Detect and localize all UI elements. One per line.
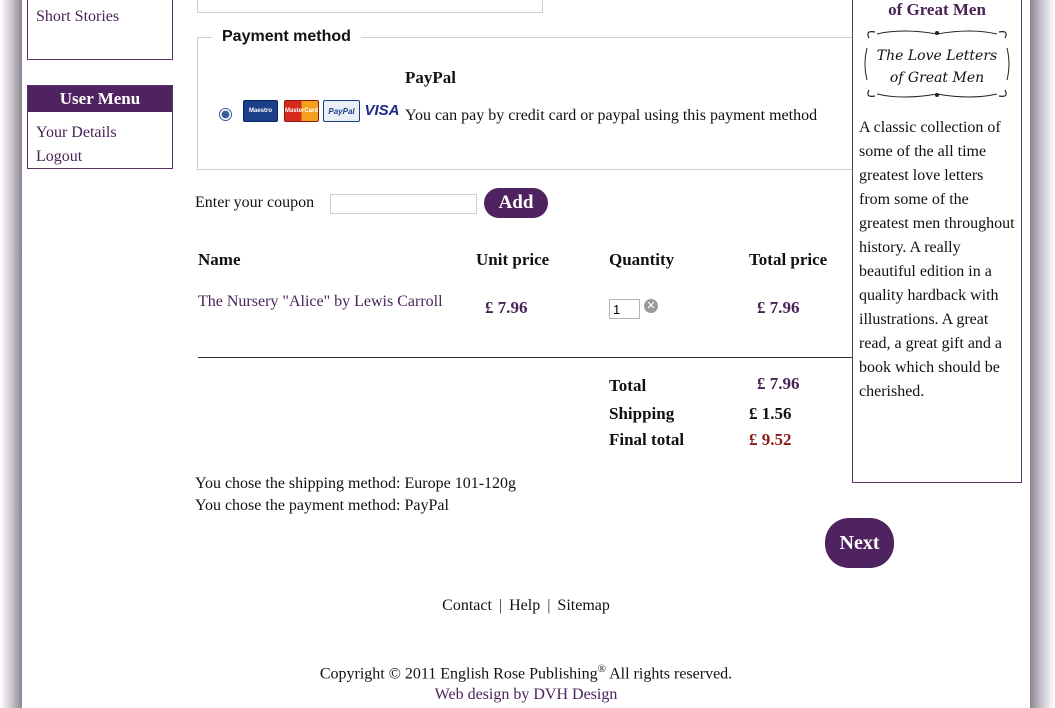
footer-contact-link[interactable]: Contact [442, 597, 492, 614]
page: Short Stories User Menu Your Details Log… [22, 0, 1030, 708]
chosen-shipping-text: You chose the shipping method: Europe 10… [195, 475, 517, 492]
shipping-label: Shipping [609, 404, 675, 423]
footer-sitemap-link[interactable]: Sitemap [557, 597, 609, 614]
category-link-short-stories[interactable]: Short Stories [36, 8, 119, 25]
footer-help-link[interactable]: Help [509, 597, 540, 614]
page-shadow-right [1030, 0, 1055, 708]
quantity-input[interactable] [609, 299, 640, 319]
final-total-value: £ 9.52 [749, 430, 792, 449]
col-header-name: Name [198, 250, 241, 269]
copyright-suffix: All rights reserved. [605, 665, 733, 683]
visa-icon: VISA [363, 100, 401, 120]
total-value: £ 7.96 [757, 374, 800, 393]
shipping-value: £ 1.56 [749, 404, 792, 423]
next-button[interactable]: Next [825, 518, 894, 568]
footer-links: Contact | Help | Sitemap [22, 597, 1030, 615]
chosen-payment-text: You chose the payment method: PayPal [195, 497, 449, 514]
cart-item-total-price: £ 7.96 [757, 298, 800, 317]
book-cover-image[interactable]: The Love Letters of Great Men [863, 28, 1011, 100]
coupon-label: Enter your coupon [195, 194, 315, 211]
copyright-prefix: Copyright © 2011 English Rose Publishing [319, 665, 598, 683]
footer-separator: | [498, 597, 503, 614]
paypal-icon: PayPal [323, 100, 360, 122]
design-credit-link[interactable]: Web design by DVH Design [22, 686, 1030, 704]
promo-title: of Great Men [888, 0, 986, 19]
payment-method-fieldset: Payment method [197, 28, 889, 170]
total-label: Total [609, 376, 647, 395]
user-menu-logout[interactable]: Logout [36, 148, 82, 165]
user-menu-box: User Menu Your Details Logout [27, 85, 173, 169]
footer-separator: | [547, 597, 551, 614]
cart-divider [198, 357, 888, 358]
col-header-total-price: Total price [749, 250, 828, 269]
cover-line-1: The Love Letters [876, 48, 998, 64]
page-shadow-left [0, 0, 22, 708]
promo-description: A classic collection of some of the all … [859, 119, 1015, 400]
coupon-input[interactable] [330, 194, 477, 214]
user-menu-title: User Menu [28, 86, 172, 112]
user-menu-your-details[interactable]: Your Details [36, 124, 117, 141]
copyright: Copyright © 2011 English Rose Publishing… [22, 663, 1030, 683]
mastercard-icon: MasterCard [284, 100, 319, 122]
coupon-add-button[interactable]: Add [484, 188, 548, 218]
cart-item-unit-price: £ 7.96 [485, 298, 528, 317]
final-total-label: Final total [609, 430, 685, 449]
col-header-quantity: Quantity [609, 250, 675, 269]
payment-radio-paypal[interactable] [219, 108, 232, 121]
cart-item-name-link[interactable]: The Nursery "Alice" by Lewis Carroll [198, 293, 443, 311]
ornament-frame-icon [864, 30, 1010, 98]
payment-option-description: You can pay by credit card or paypal usi… [405, 107, 818, 124]
payment-method-legend: Payment method [222, 28, 351, 45]
cover-line-2: of Great Men [889, 70, 985, 86]
col-header-unit-price: Unit price [476, 250, 550, 269]
top-partial-box [197, 0, 543, 13]
remove-item-icon[interactable]: ✕ [644, 299, 658, 313]
registered-mark: ® [597, 663, 606, 675]
maestro-icon: Maestro [243, 100, 278, 122]
payment-option-title: PayPal [405, 68, 456, 87]
categories-box: Short Stories [27, 0, 173, 60]
